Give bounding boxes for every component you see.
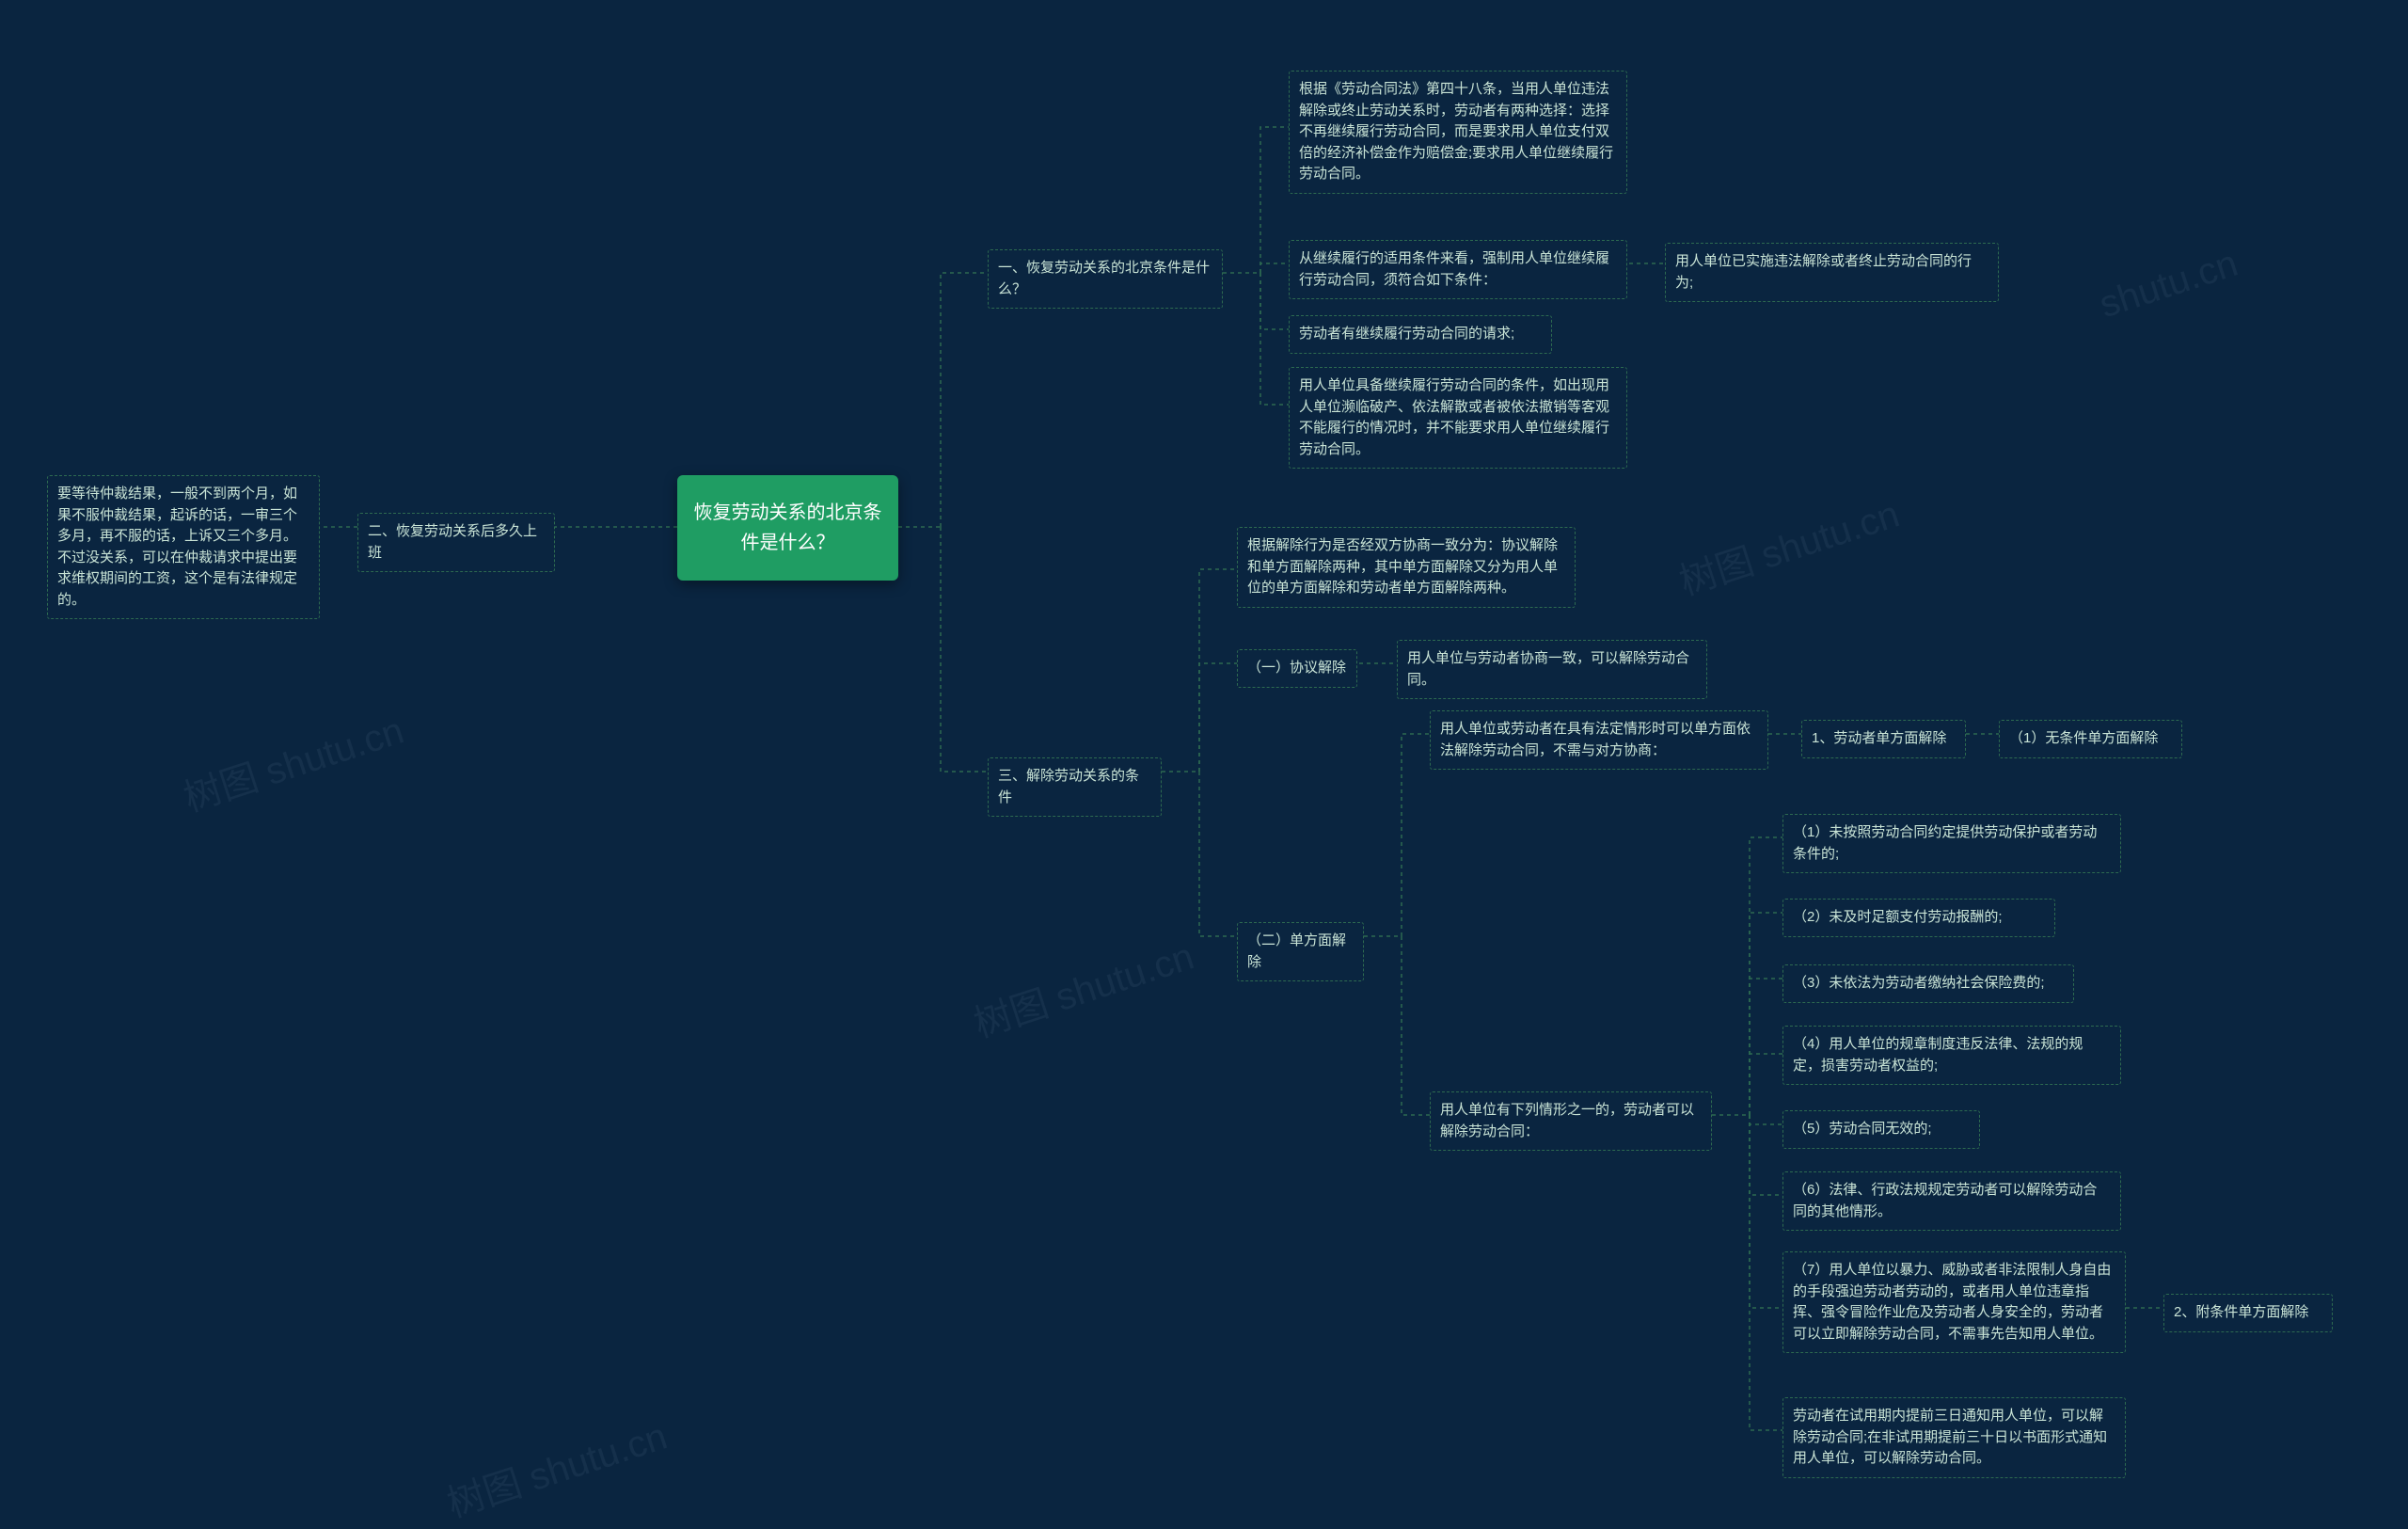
b3-3b[interactable]: 用人单位有下列情形之一的，劳动者可以解除劳动合同：: [1430, 1091, 1712, 1151]
branch-2[interactable]: 二、恢复劳动关系后多久上班: [357, 513, 555, 572]
branch-1[interactable]: 一、恢复劳动关系的北京条件是什么？: [988, 249, 1223, 309]
branch-2-detail[interactable]: 要等待仲裁结果，一般不到两个月，如果不服仲裁结果，起诉的话，一审三个多月，再不服…: [47, 475, 320, 619]
b1-item-4[interactable]: 用人单位具备继续履行劳动合同的条件，如出现用人单位濒临破产、依法解散或者被依法撤…: [1289, 367, 1627, 469]
b3-3b6[interactable]: （6）法律、行政法规规定劳动者可以解除劳动合同的其他情形。: [1782, 1171, 2121, 1231]
b3-3b8[interactable]: 劳动者在试用期内提前三日通知用人单位，可以解除劳动合同;在非试用期提前三十日以书…: [1782, 1397, 2126, 1478]
b3-item-1[interactable]: 根据解除行为是否经双方协商一致分为：协议解除和单方面解除两种，其中单方面解除又分…: [1237, 527, 1576, 608]
watermark: 树图 shutu.cn: [1671, 484, 1905, 606]
watermark: 树图 shutu.cn: [176, 700, 409, 822]
b3-3b3[interactable]: （3）未依法为劳动者缴纳社会保险费的;: [1782, 964, 2074, 1003]
branch-3[interactable]: 三、解除劳动关系的条件: [988, 757, 1162, 817]
b3-3a[interactable]: 用人单位或劳动者在具有法定情形时可以单方面依法解除劳动合同，不需与对方协商：: [1430, 710, 1768, 770]
b3-item-3[interactable]: （二）单方面解除: [1237, 922, 1364, 981]
watermark: shutu.cn: [2095, 243, 2243, 327]
b1-item-3[interactable]: 劳动者有继续履行劳动合同的请求;: [1289, 315, 1552, 354]
watermark: 树图 shutu.cn: [966, 926, 1199, 1048]
b3-3b5[interactable]: （5）劳动合同无效的;: [1782, 1110, 1980, 1149]
b3-3b7[interactable]: （7）用人单位以暴力、威胁或者非法限制人身自由的手段强迫劳动者劳动的，或者用人单…: [1782, 1251, 2126, 1353]
b3-3b7a[interactable]: 2、附条件单方面解除: [2163, 1294, 2333, 1332]
b3-item-2[interactable]: （一）协议解除: [1237, 649, 1357, 688]
b3-item-2a[interactable]: 用人单位与劳动者协商一致，可以解除劳动合同。: [1397, 640, 1707, 699]
b3-3b1[interactable]: （1）未按照劳动合同约定提供劳动保护或者劳动条件的;: [1782, 814, 2121, 873]
b3-3b4[interactable]: （4）用人单位的规章制度违反法律、法规的规定，损害劳动者权益的;: [1782, 1026, 2121, 1085]
root-node[interactable]: 恢复劳动关系的北京条件是什么？: [677, 475, 898, 581]
b1-item-1[interactable]: 根据《劳动合同法》第四十八条，当用人单位违法解除或终止劳动关系时，劳动者有两种选…: [1289, 71, 1627, 194]
b1-item-2a[interactable]: 用人单位已实施违法解除或者终止劳动合同的行为;: [1665, 243, 1999, 302]
b1-item-2[interactable]: 从继续履行的适用条件来看，强制用人单位继续履行劳动合同，须符合如下条件：: [1289, 240, 1627, 299]
b3-3b2[interactable]: （2）未及时足额支付劳动报酬的;: [1782, 899, 2055, 937]
b3-3a2[interactable]: （1）无条件单方面解除: [1999, 720, 2182, 758]
b3-3a1[interactable]: 1、劳动者单方面解除: [1801, 720, 1966, 758]
watermark: 树图 shutu.cn: [439, 1406, 673, 1528]
